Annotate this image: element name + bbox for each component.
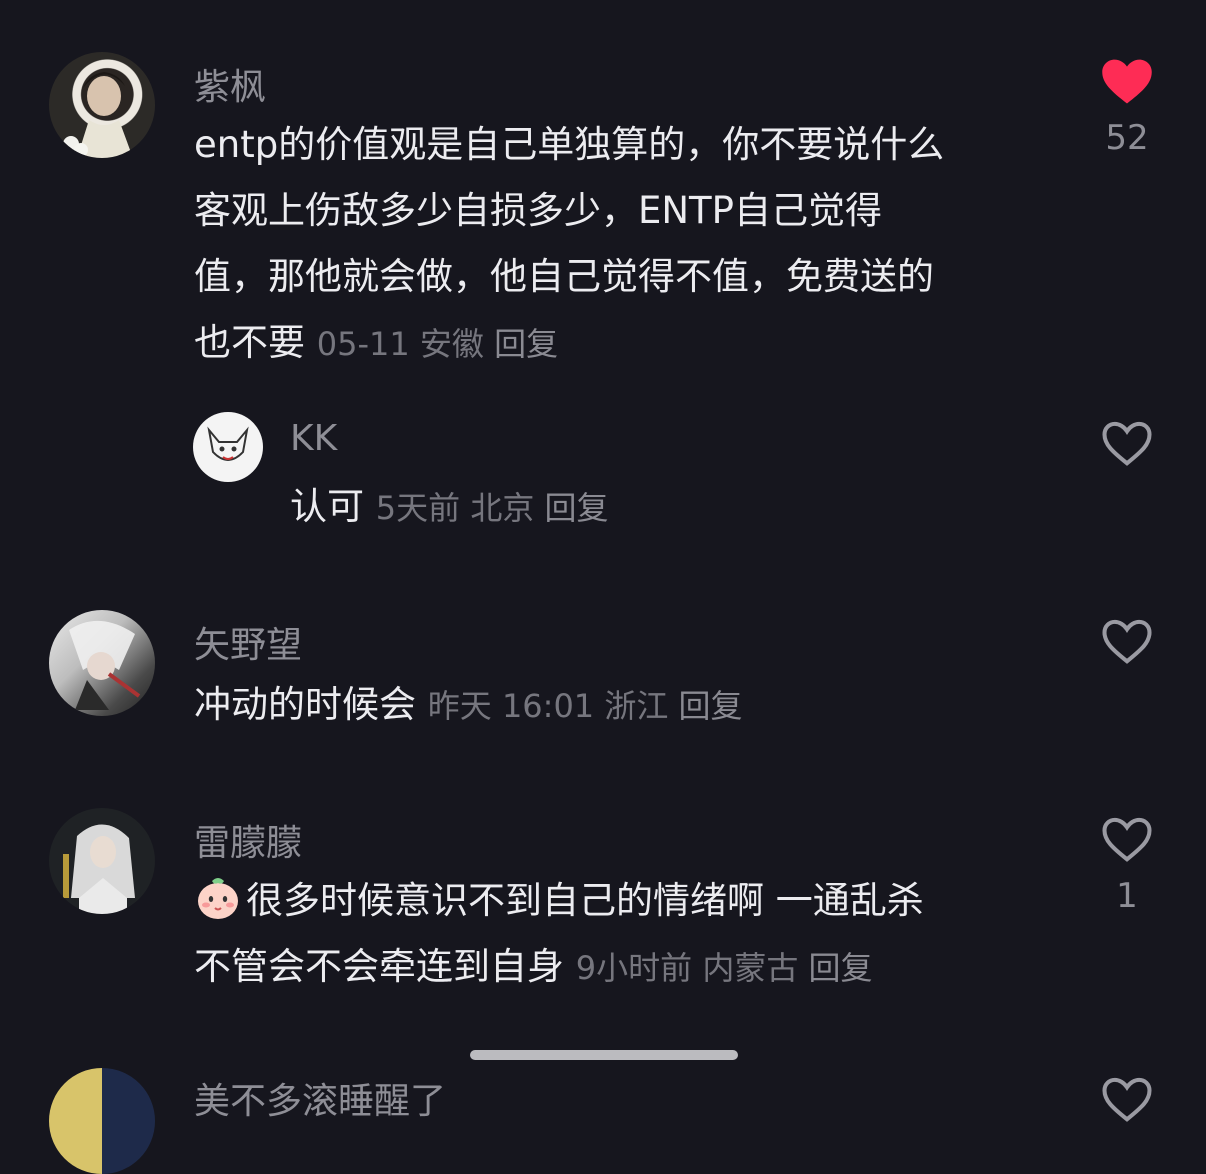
- home-indicator: [470, 1050, 738, 1060]
- reply-button[interactable]: 回复: [679, 687, 743, 725]
- comment-line: 客观上伤敌多少自损多少，ENTP自己觉得: [194, 189, 882, 232]
- comment-time: 9小时前: [575, 949, 693, 987]
- heart-outline-icon: [1102, 1077, 1152, 1122]
- avatar[interactable]: [49, 808, 155, 914]
- reply-button[interactable]: 回复: [809, 949, 873, 987]
- heart-outline-icon: [1102, 817, 1152, 862]
- comment-meta: 5天前 北京 回复: [376, 489, 609, 527]
- heart-outline-icon: [1102, 619, 1152, 664]
- like-button[interactable]: 52: [1100, 56, 1154, 158]
- heart-outline-icon: [1102, 421, 1152, 466]
- comment-time: 5天前: [375, 489, 461, 527]
- comment-last-line: 不管会不会牵连到自身 9小时前 内蒙古 回复: [194, 934, 1054, 1001]
- comment-text: 认可 5天前 北京 回复: [290, 474, 609, 541]
- comment-line: 不管会不会牵连到自身: [194, 945, 564, 988]
- comment-text: entp的价值观是自己单独算的，你不要说什么 客观上伤敌多少自损多少，ENTP自…: [194, 112, 1054, 377]
- reply-button[interactable]: 回复: [545, 489, 609, 527]
- comment-time: 05-11: [316, 325, 410, 363]
- comment-location: 北京: [470, 489, 535, 527]
- sketch-cat-icon: [207, 426, 249, 461]
- like-count: 1: [1116, 876, 1138, 916]
- like-button[interactable]: [1100, 616, 1154, 666]
- avatar[interactable]: [49, 52, 155, 158]
- comment-meta: 05-11 安徽 回复: [317, 325, 558, 363]
- comment-location: 内蒙古: [702, 949, 799, 987]
- comment-line: 也不要: [194, 321, 305, 364]
- comment-username[interactable]: KK: [290, 418, 337, 459]
- comment-username[interactable]: 紫枫: [194, 58, 266, 110]
- comment-line: 认可: [290, 485, 364, 528]
- like-button[interactable]: [1100, 1074, 1154, 1124]
- avatar[interactable]: [193, 412, 263, 482]
- comment-location: 安徽: [419, 325, 484, 363]
- comment-last-line: 也不要 05-11 安徽 回复: [194, 310, 1054, 377]
- like-button[interactable]: [1100, 418, 1154, 468]
- comment-text: 很多时候意识不到自己的情绪啊 一通乱杀 不管会不会牵连到自身 9小时前 内蒙古 …: [194, 868, 1054, 1001]
- comment-meta: 9小时前 内蒙古 回复: [576, 949, 873, 987]
- comment-line: 很多时候意识不到自己的情绪啊 一通乱杀: [246, 879, 924, 922]
- heart-filled-icon: [1102, 59, 1152, 104]
- avatar[interactable]: [49, 1068, 155, 1174]
- comment-line: 值，那他就会做，他自己觉得不值，免费送的: [194, 255, 934, 298]
- comment-line: 冲动的时候会: [194, 683, 416, 726]
- comment-username[interactable]: 雷朦朦: [194, 814, 302, 866]
- comment-username[interactable]: 美不多滚睡醒了: [194, 1072, 446, 1124]
- avatar[interactable]: [49, 610, 155, 716]
- like-button[interactable]: 1: [1100, 814, 1154, 916]
- comment-text: 冲动的时候会 昨天 16:01 浙江 回复: [194, 672, 743, 739]
- reply-button[interactable]: 回复: [494, 325, 558, 363]
- comment-meta: 昨天 16:01 浙江 回复: [428, 687, 743, 725]
- comment-location: 浙江: [604, 687, 669, 725]
- like-count: 52: [1105, 118, 1149, 158]
- comment-line: entp的价值观是自己单独算的，你不要说什么: [194, 123, 945, 166]
- comment-username[interactable]: 矢野望: [194, 616, 302, 668]
- comment-time: 昨天 16:01: [427, 687, 595, 725]
- baby-face-emoji-icon: [198, 878, 238, 919]
- comment-first-line: 很多时候意识不到自己的情绪啊 一通乱杀: [194, 868, 1054, 934]
